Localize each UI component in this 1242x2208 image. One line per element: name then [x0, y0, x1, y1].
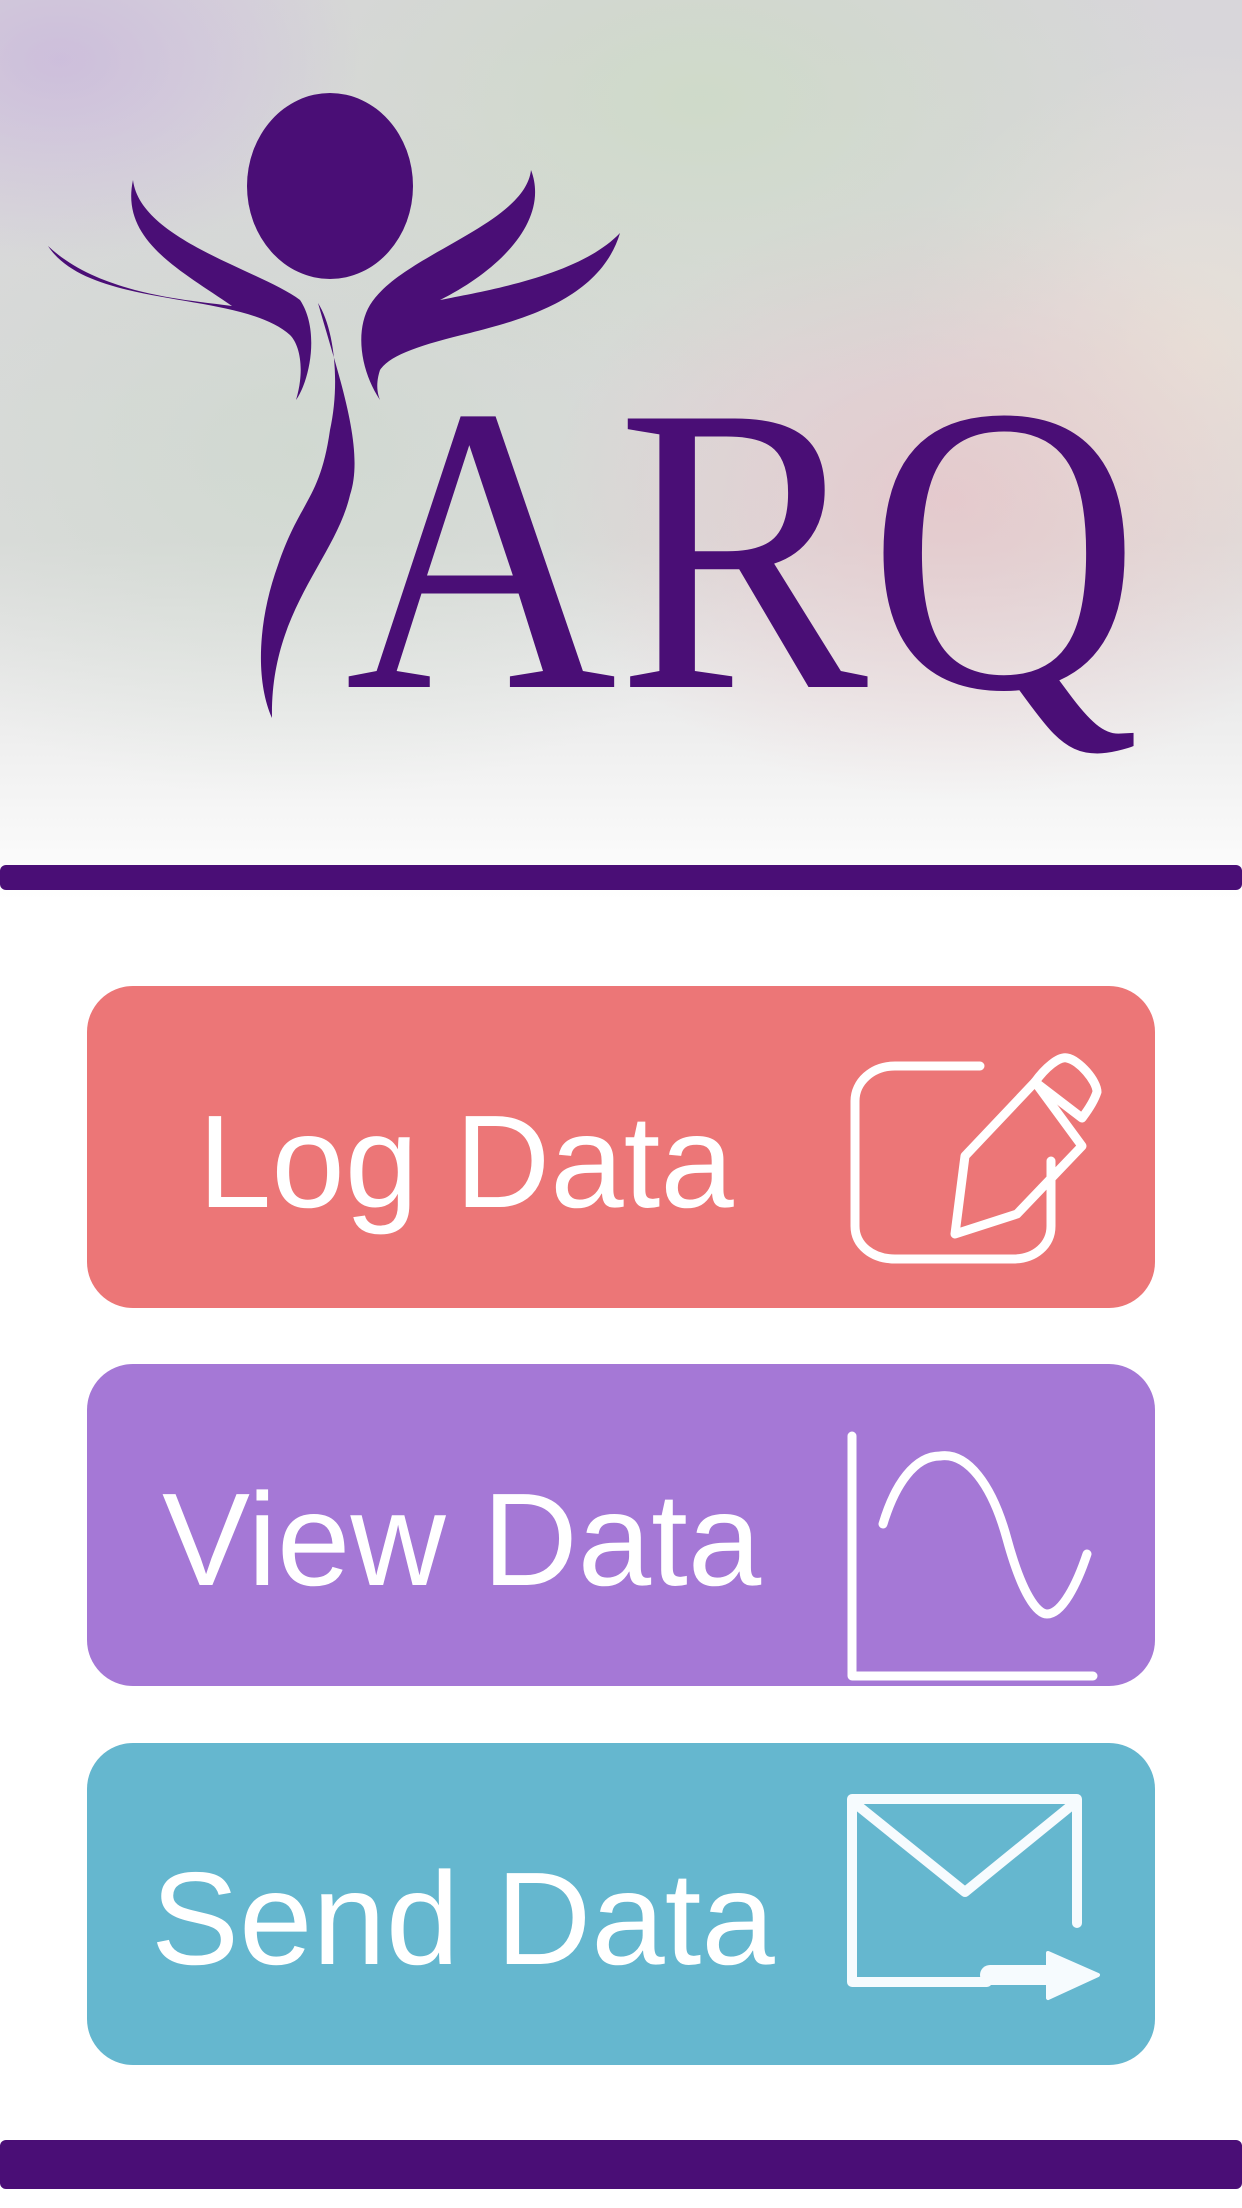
- logo-text: ARQ: [345, 322, 1140, 776]
- pencil-square-icon: [850, 1053, 1102, 1264]
- log-data-button[interactable]: Log Data: [87, 986, 1155, 1308]
- bottom-bar: [0, 2140, 1242, 2189]
- logo-head-icon: [247, 93, 413, 279]
- header: ARQ: [0, 0, 1242, 900]
- envelope-send-icon: [847, 1794, 1100, 2000]
- view-data-button[interactable]: View Data: [87, 1364, 1155, 1686]
- send-data-button[interactable]: Send Data: [87, 1743, 1155, 2065]
- top-divider-bar: [0, 865, 1242, 890]
- arq-logo: ARQ: [48, 93, 1140, 776]
- line-chart-icon: [847, 1431, 1098, 1681]
